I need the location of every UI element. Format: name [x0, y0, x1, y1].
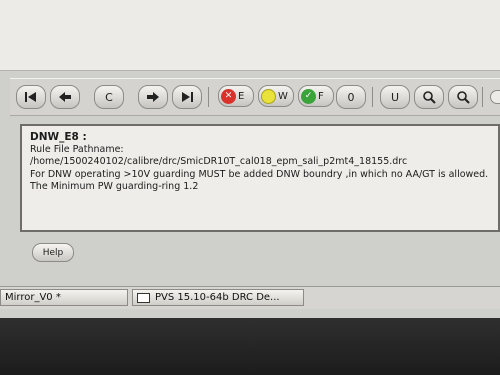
current-label: C: [105, 90, 113, 104]
checkmark-icon: ✓: [301, 88, 316, 104]
warning-filter-button[interactable]: W: [258, 85, 294, 107]
toolbar-overflow-button[interactable]: [490, 90, 500, 104]
rule-description: For DNW operating >10V guarding MUST be …: [30, 168, 489, 180]
first-button[interactable]: [16, 85, 46, 109]
screen: C ✕ E W ✓ F 0 U DNW_E8 : Rule File Pathn…: [0, 0, 500, 318]
fixed-label: F: [318, 90, 324, 102]
previous-button[interactable]: [50, 85, 80, 109]
rule-file-pathname: Rule File Pathname: /home/1500240102/cal…: [30, 143, 408, 168]
taskbar: Mirror_V0 * PVS 15.10-64b DRC De...: [0, 286, 500, 309]
error-label: E: [238, 90, 245, 102]
other-button[interactable]: 0: [336, 85, 366, 109]
toolbar-divider: [208, 87, 209, 107]
current-button[interactable]: C: [94, 85, 124, 109]
fixed-filter-button[interactable]: ✓ F: [298, 85, 334, 107]
other-label: 0: [347, 90, 355, 104]
zoom-in-button[interactable]: [414, 85, 444, 109]
skip-last-icon: [182, 92, 193, 102]
rule-guarding-ring: The Minimum PW guarding-ring 1.2: [30, 181, 199, 192]
warning-icon: [261, 88, 276, 104]
error-filter-button[interactable]: ✕ E: [218, 85, 254, 107]
arrow-left-icon: [59, 92, 71, 102]
top-window-area: [0, 0, 500, 71]
last-button[interactable]: [172, 85, 202, 109]
undo-button[interactable]: U: [380, 85, 410, 109]
window-icon: [137, 292, 150, 303]
zoom-out-icon: [457, 91, 470, 104]
zoom-in-icon: [423, 91, 436, 104]
rule-details-panel: DNW_E8 : Rule File Pathname: /home/15002…: [20, 124, 500, 232]
taskbar-item-mirror[interactable]: Mirror_V0 *: [0, 289, 128, 306]
rule-title: DNW_E8 :: [30, 131, 87, 143]
taskbar-item-label: Mirror_V0 *: [5, 292, 61, 303]
help-label: Help: [42, 247, 64, 258]
taskbar-item-label: PVS 15.10-64b DRC De...: [155, 292, 280, 303]
toolbar-divider: [482, 87, 483, 107]
drc-toolbar: C ✕ E W ✓ F 0 U: [10, 78, 500, 116]
help-button[interactable]: Help: [32, 243, 74, 262]
toolbar-divider: [372, 87, 373, 107]
undo-label: U: [390, 90, 400, 104]
warning-label: W: [278, 90, 288, 102]
error-icon: ✕: [221, 88, 236, 104]
arrow-right-icon: [147, 92, 159, 102]
next-button[interactable]: [138, 85, 168, 109]
zoom-out-button[interactable]: [448, 85, 478, 109]
monitor-bezel: [0, 318, 500, 375]
skip-first-icon: [25, 92, 36, 102]
taskbar-item-pvs-drc[interactable]: PVS 15.10-64b DRC De...: [132, 289, 304, 306]
